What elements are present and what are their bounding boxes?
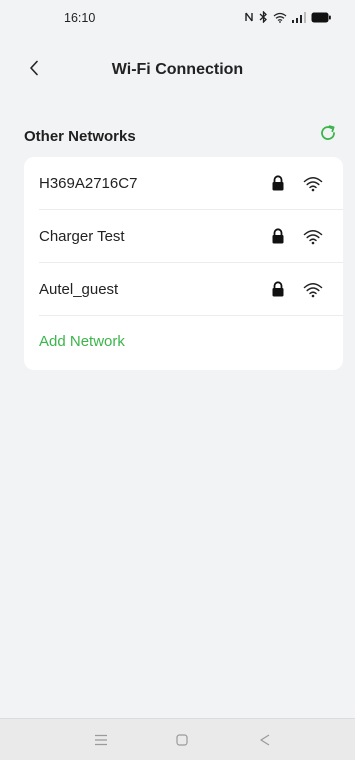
network-row[interactable]: H369A2716C7: [24, 157, 343, 210]
status-bar: 16:10: [0, 0, 355, 34]
network-row[interactable]: Autel_guest: [24, 263, 343, 316]
add-network-button[interactable]: Add Network: [39, 333, 125, 350]
network-name: Charger Test: [39, 228, 125, 245]
section-title: Other Networks: [24, 128, 136, 145]
signal-icon: [292, 11, 306, 23]
refresh-icon: [318, 123, 338, 148]
wifi-signal-icon: [303, 229, 323, 245]
back-triangle-icon[interactable]: [256, 731, 274, 749]
wifi-status-icon: [273, 12, 287, 23]
network-list: H369A2716C7 Charger Test Autel_guest Add…: [24, 157, 343, 370]
network-name: Autel_guest: [39, 281, 119, 298]
other-networks-header: Other Networks: [24, 124, 339, 148]
nfc-icon: [244, 11, 254, 23]
refresh-button[interactable]: [317, 124, 339, 146]
row-divider: [39, 315, 343, 316]
lock-icon: [271, 175, 285, 191]
network-name: H369A2716C7: [39, 175, 138, 192]
wifi-signal-icon: [303, 282, 323, 298]
page-title: Wi-Fi Connection: [111, 61, 244, 78]
lock-icon: [271, 228, 285, 244]
battery-icon: [311, 12, 331, 23]
menu-icon[interactable]: [92, 731, 110, 749]
lock-icon: [271, 281, 285, 297]
status-icons: [244, 10, 331, 24]
network-row[interactable]: Charger Test: [24, 210, 343, 263]
status-time: 16:10: [64, 11, 96, 25]
system-nav-bar: [0, 718, 355, 760]
wifi-connection-screen: 16:10 Wi-Fi Connection Other Networks H3…: [0, 0, 355, 760]
bluetooth-icon: [259, 11, 268, 23]
app-header: Wi-Fi Connection: [0, 52, 355, 88]
wifi-signal-icon: [303, 176, 323, 192]
home-icon[interactable]: [173, 731, 191, 749]
